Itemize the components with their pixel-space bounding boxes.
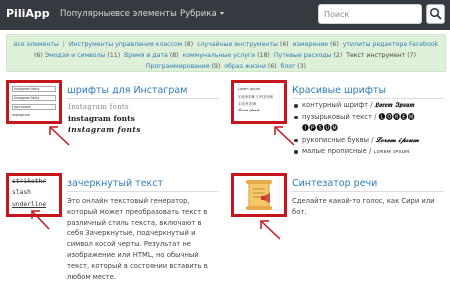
thumb-line: ɪɴsᴛᴀɢʀᴀᴍ (12, 104, 56, 110)
category-travel[interactable]: Путевые расходы (274, 52, 332, 59)
title-divider (292, 191, 444, 192)
search-icon (429, 7, 442, 20)
font-sample-italic: instagram fonts (68, 125, 141, 134)
list-item[interactable]: малые прописные / ʟᴏʀᴇᴍ ɪᴘsᴜᴍ (293, 146, 445, 159)
nav-category-dropdown[interactable]: Рубрика (180, 9, 224, 19)
thumb-line: 𝓛𝓸𝓻𝓮𝓶 𝓲𝓹𝓼𝓾𝓶 (238, 108, 260, 112)
list-item[interactable]: рукописные буквы / 𝓛𝓸𝓻𝓮𝓶 𝓲𝓹𝓼𝓾𝓶 (293, 135, 445, 147)
card-title-strikethrough[interactable]: зачеркнутый текст (67, 178, 163, 189)
category-programming[interactable]: Программирование (146, 63, 210, 70)
category-count: (11) (107, 52, 121, 59)
font-sample: 𝕷𝖔𝖗𝖊𝖒 𝕴𝖕𝖘𝖚𝖒 (374, 101, 415, 109)
category-text-tools-active[interactable]: Текст инструмент (346, 52, 405, 59)
category-count: (2) (333, 52, 343, 59)
red-arrow-icon (260, 220, 281, 240)
category-count: (9) (211, 63, 221, 70)
category-count: (8) (169, 52, 179, 59)
category-random-tools[interactable]: случайные инструменты (197, 41, 278, 48)
category-count: (6) (279, 41, 289, 48)
thumb-line: instagram fonts (12, 95, 56, 101)
category-all[interactable]: все элементы (14, 41, 59, 48)
scroll-icon (246, 180, 272, 210)
thumb-line: ⓁⓄⓇⒺⓂ (238, 102, 257, 106)
category-count: (6) (34, 52, 43, 59)
category-facebook-utils[interactable]: утилиты редактора Facebook (343, 41, 438, 48)
pretty-fonts-list: контурный шрифт / 𝕷𝖔𝖗𝖊𝖒 𝕴𝖕𝖘𝖚𝖒 пузырьковы… (293, 100, 445, 159)
category-measurement[interactable]: измерение (293, 41, 328, 48)
card-title-insta-fonts[interactable]: шрифты для Инстаграм (67, 85, 187, 96)
search-input[interactable] (318, 4, 422, 24)
thumb-line: Instagram fonts (12, 86, 56, 92)
category-emoji[interactable]: Эмодзи и символы (45, 52, 106, 59)
list-item[interactable]: пузырьковый текст / 🅛🅞🅡🅔🅜 🅘🅟🅢🅤🅜 (293, 112, 445, 135)
category-count: (6) (267, 63, 277, 70)
thumb-caption: instagram (12, 113, 31, 117)
category-count: (18) (257, 52, 270, 59)
nav-all-items[interactable]: все элементы (115, 9, 177, 19)
brand-logo[interactable]: PiliApp (6, 7, 50, 20)
category-count: (6) (330, 41, 339, 48)
card-title-speech-synth[interactable]: Синтезатор речи (292, 178, 377, 189)
thumb-line: Lorem Ipsum (238, 87, 261, 91)
category-utilities[interactable]: коммунальные услуги (183, 52, 256, 59)
nav-category-label: Рубрика (180, 9, 217, 19)
thumb-line: slash (12, 189, 31, 196)
pretty-fonts-thumbnail[interactable]: Lorem Ipsum ⓁⓄⓇⒺⓂ ⒾⓅⓈⓊⓂ ⓁⓄⓇⒺⓂ 𝓛𝓸𝓻𝓮𝓶 𝓲𝓹𝓼𝓾… (231, 80, 287, 124)
card-title-pretty-fonts[interactable]: Красивые шрифты (292, 85, 386, 96)
font-sample: 𝓛𝓸𝓻𝓮𝓶 𝓲𝓹𝓼𝓾𝓶 (375, 135, 419, 144)
red-arrow-icon (31, 210, 50, 230)
category-class-tools[interactable]: Инструменты управления классом (69, 41, 183, 48)
title-divider (67, 98, 219, 99)
font-sample-bold: instagram fonts (68, 114, 135, 123)
speech-synth-description: Сделайте какой-то голос, как Сири или бо… (292, 197, 435, 216)
strikethrough-description: Это онлайн текстовый генератор, который … (67, 197, 208, 281)
speech-synth-thumbnail[interactable] (231, 173, 287, 217)
category-blog[interactable]: блог (281, 63, 296, 70)
thumb-line: underline (12, 201, 47, 208)
category-count: (8) (184, 41, 194, 48)
thumb-line: strikethr (12, 178, 47, 185)
category-time-date[interactable]: Время и дата (124, 52, 168, 59)
thumb-line: ⓁⓄⓇⒺⓂ ⒾⓅⓈⓊⓂ (238, 95, 273, 99)
title-divider (67, 191, 219, 192)
insta-fonts-thumbnail[interactable]: Instagram fonts instagram fonts ɪɴsᴛᴀɢʀᴀ… (6, 80, 62, 124)
category-count: (7) (407, 52, 417, 59)
font-sample: ʟᴏʀᴇᴍ ɪᴘsᴜᴍ (373, 149, 410, 155)
category-count: (3) (297, 63, 307, 70)
list-item[interactable]: контурный шрифт / 𝕷𝖔𝖗𝖊𝖒 𝕴𝖕𝖘𝖚𝖒 (293, 100, 445, 112)
category-lifestyle[interactable]: образ жизни (224, 63, 266, 70)
search-button[interactable] (426, 4, 445, 24)
nav-popular[interactable]: Популярные (60, 9, 116, 19)
font-sample-outline: Instagram fonts (68, 103, 129, 111)
chevron-down-icon (219, 12, 224, 15)
title-divider (292, 98, 444, 99)
category-panel: все элементы | Инструменты управления кл… (6, 34, 446, 72)
top-navbar: PiliApp Популярные все элементы Рубрика (0, 0, 450, 30)
